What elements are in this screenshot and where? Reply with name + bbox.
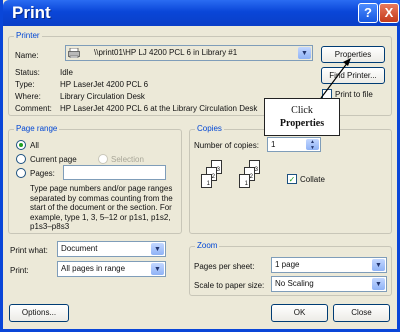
close-window-button[interactable]: X — [379, 3, 399, 23]
number-of-copies-label: Number of copies: — [194, 141, 259, 150]
chevron-down-icon: ▼ — [151, 243, 164, 255]
chevron-down-icon: ▼ — [298, 47, 311, 59]
title-bar: Print ? X — [3, 0, 400, 26]
ok-button[interactable]: OK — [271, 304, 328, 322]
selection-radio — [98, 154, 108, 164]
where-label: Where: — [15, 92, 41, 101]
properties-button-label: Properties — [334, 50, 372, 59]
copy2-page-1: 1 — [239, 174, 250, 188]
name-label: Name: — [15, 51, 39, 60]
scale-to-paper-value: No Scaling — [275, 279, 314, 288]
find-printer-button-label: Find Printer... — [329, 71, 377, 80]
where-value: Library Circulation Desk — [60, 92, 145, 101]
chevron-down-icon: ▼ — [372, 259, 385, 271]
pages-radio[interactable] — [16, 168, 26, 178]
pages-per-sheet-value: 1 page — [275, 260, 300, 269]
help-button[interactable]: ? — [358, 3, 378, 23]
pages-label: Pages: — [30, 169, 55, 178]
all-radio[interactable] — [16, 140, 26, 150]
find-printer-button[interactable]: Find Printer... — [321, 67, 385, 84]
all-label: All — [30, 141, 39, 150]
options-button-label: Options... — [21, 308, 57, 317]
current-page-label: Current page — [30, 155, 77, 164]
close-button-label: Close — [351, 308, 372, 317]
pages-input[interactable] — [63, 165, 166, 180]
options-button[interactable]: Options... — [9, 304, 69, 322]
printer-name-value: \\print01\HP LJ 4200 PCL 6 in Library #1 — [94, 48, 238, 57]
collate-label: Collate — [300, 175, 325, 184]
selection-label: Selection — [111, 155, 144, 164]
page-range-legend: Page range — [14, 124, 60, 133]
chevron-down-icon: ▼ — [151, 263, 164, 275]
radio-selected-dot — [19, 143, 23, 147]
printer-legend: Printer — [14, 31, 42, 40]
copy1-page-1: 1 — [201, 174, 212, 188]
comment-value: HP LaserJet 4200 PCL 6 at the Library Ci… — [60, 104, 258, 113]
number-of-copies-value: 1 — [271, 140, 276, 149]
callout-line-2: Properties — [279, 118, 325, 129]
print-dialog: Print ? X Printer Name: \\print01\HP LJ … — [0, 0, 400, 332]
callout-box: Click Properties — [264, 98, 340, 136]
collate-checkbox[interactable]: ✓ — [287, 174, 297, 184]
status-value: Idle — [60, 68, 73, 77]
comment-label: Comment: — [15, 104, 52, 113]
printer-name-select[interactable]: \\print01\HP LJ 4200 PCL 6 in Library #1… — [65, 45, 313, 61]
print-what-select[interactable]: Document ▼ — [57, 241, 166, 257]
pages-per-sheet-select[interactable]: 1 page ▼ — [271, 257, 387, 273]
scale-to-paper-select[interactable]: No Scaling ▼ — [271, 276, 387, 292]
pages-per-sheet-label: Pages per sheet: — [194, 262, 255, 271]
type-label: Type: — [15, 80, 35, 89]
close-button[interactable]: Close — [333, 304, 390, 322]
print-what-value: Document — [61, 244, 98, 253]
properties-button[interactable]: Properties — [321, 46, 385, 63]
print-value: All pages in range — [61, 264, 126, 273]
print-label: Print: — [10, 266, 29, 275]
print-to-file-label: Print to file — [335, 90, 373, 99]
print-select[interactable]: All pages in range ▼ — [57, 261, 166, 277]
zoom-legend: Zoom — [195, 241, 220, 250]
scale-to-paper-label: Scale to paper size: — [194, 281, 265, 290]
chevron-down-icon: ▼ — [372, 278, 385, 290]
window-title: Print — [12, 3, 51, 22]
print-what-label: Print what: — [10, 246, 48, 255]
status-label: Status: — [15, 68, 40, 77]
type-value: HP LaserJet 4200 PCL 6 — [60, 80, 149, 89]
page-range-help-text: Type page numbers and/or page ranges sep… — [30, 184, 173, 231]
current-page-radio[interactable] — [16, 154, 26, 164]
number-of-copies-input[interactable]: 1 ▲ ▼ — [267, 137, 321, 152]
spinner-icon[interactable]: ▲ ▼ — [306, 139, 319, 151]
ok-button-label: OK — [293, 308, 306, 317]
callout-line-1: Click — [291, 105, 313, 116]
copies-legend: Copies — [195, 124, 224, 133]
